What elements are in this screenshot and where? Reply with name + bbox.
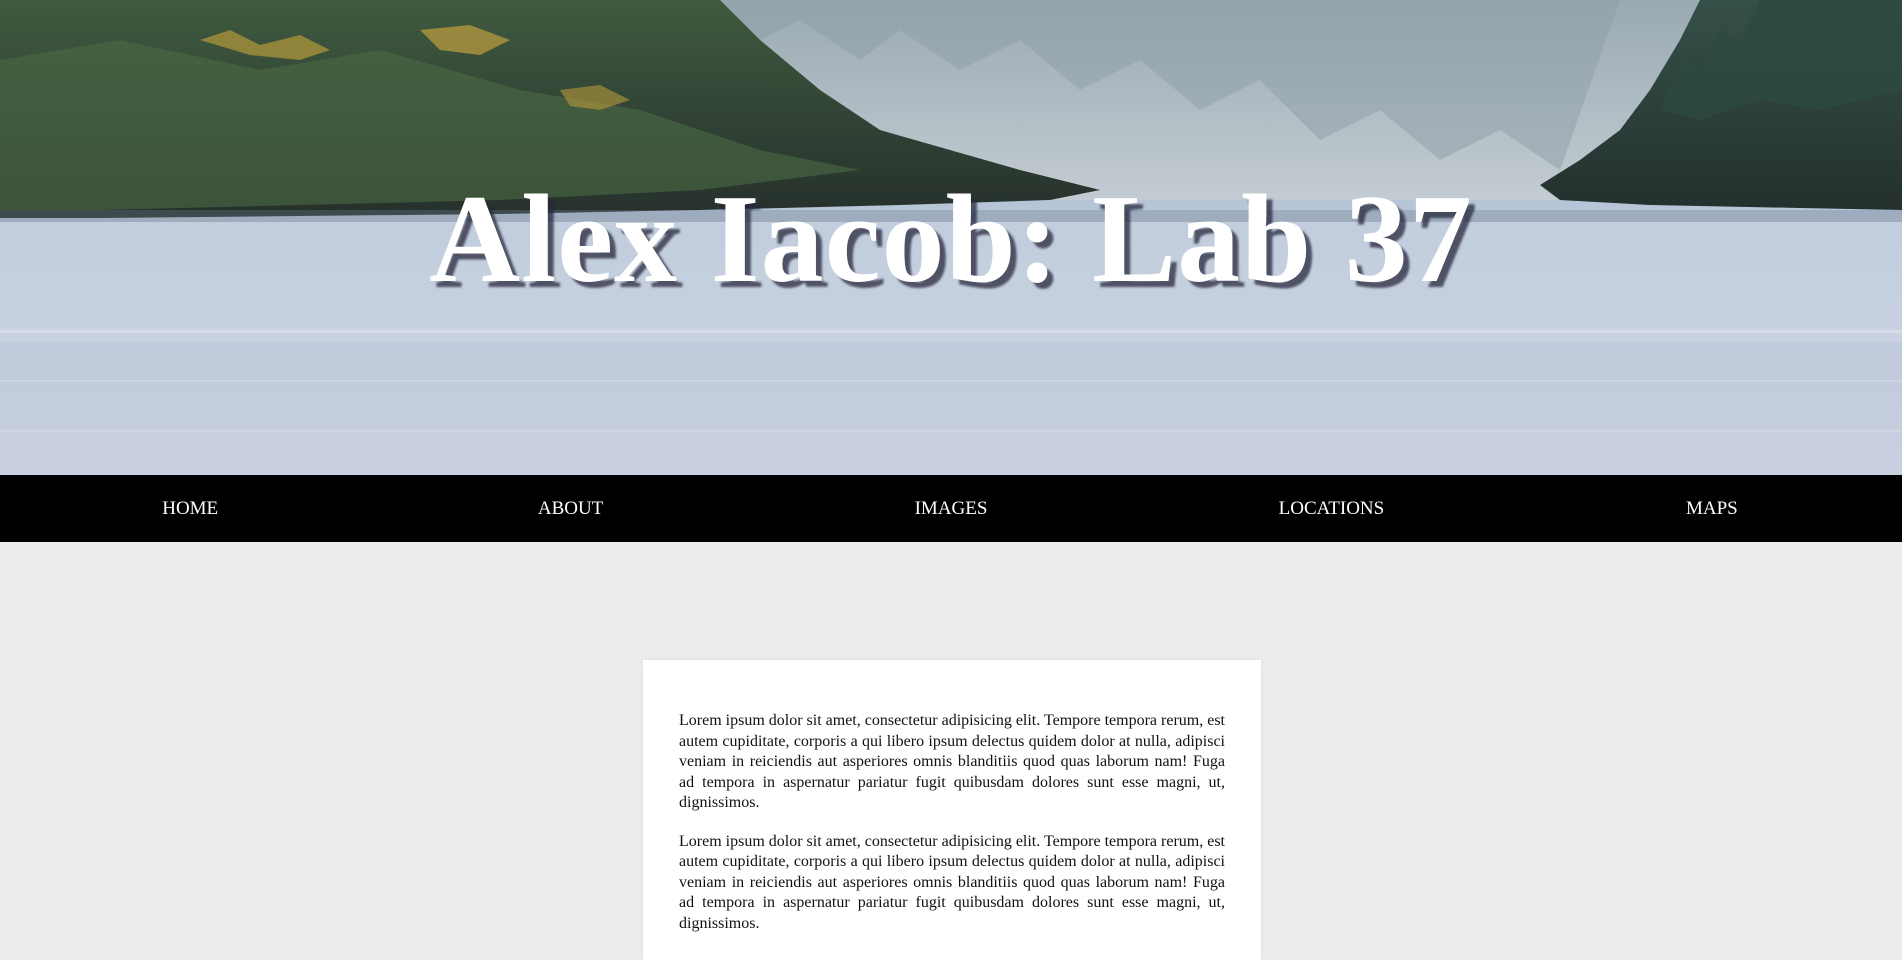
nav-item-maps[interactable]: MAPS <box>1522 475 1902 542</box>
nav-item-locations[interactable]: LOCATIONS <box>1141 475 1521 542</box>
content-card: Lorem ipsum dolor sit amet, consectetur … <box>643 660 1261 960</box>
page-title: Alex Iacob: Lab 37 <box>429 170 1473 309</box>
content-paragraph: Lorem ipsum dolor sit amet, consectetur … <box>679 712 1225 811</box>
nav-item-about[interactable]: ABOUT <box>380 475 760 542</box>
nav-item-images[interactable]: IMAGES <box>761 475 1141 542</box>
content-paragraph: Lorem ipsum dolor sit amet, consectetur … <box>679 832 1225 932</box>
main-navigation: HOME ABOUT IMAGES LOCATIONS MAPS <box>0 475 1902 542</box>
nav-item-home[interactable]: HOME <box>0 475 380 542</box>
hero-banner: Alex Iacob: Lab 37 <box>0 0 1902 475</box>
